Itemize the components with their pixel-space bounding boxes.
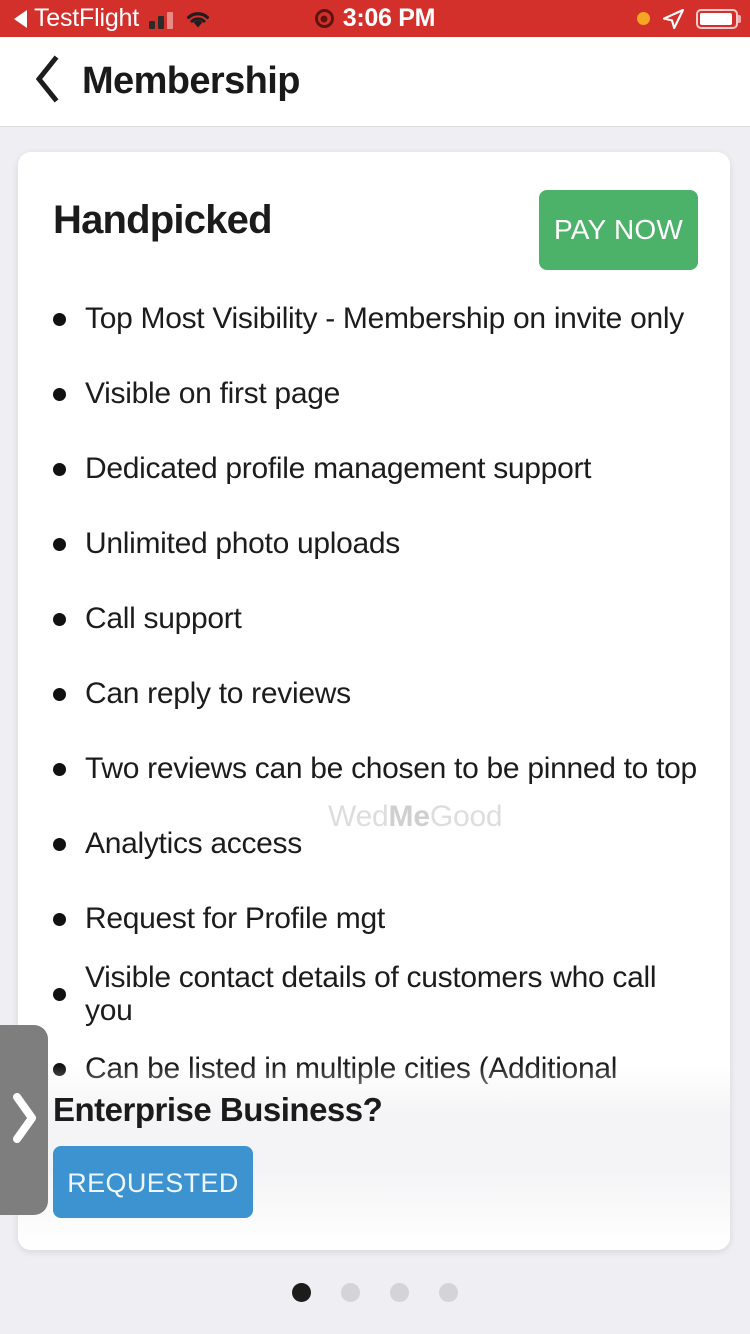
bullet-icon	[53, 538, 66, 551]
back-triangle-icon[interactable]	[14, 9, 27, 28]
feature-text: Can be listed in multiple cities (Additi…	[85, 1052, 618, 1086]
status-bar: TestFlight 3:06 PM	[0, 0, 750, 37]
bullet-icon	[53, 988, 66, 1001]
location-arrow-icon	[661, 8, 685, 30]
list-item: Unlimited photo uploads	[53, 507, 700, 582]
battery-icon	[696, 8, 738, 29]
status-bar-clock: 3:06 PM	[342, 4, 436, 32]
bullet-icon	[53, 913, 66, 926]
bullet-icon	[53, 1063, 66, 1076]
page-dot-1[interactable]	[292, 1283, 311, 1302]
side-drawer-handle[interactable]	[0, 1025, 48, 1215]
feature-text: Visible contact details of customers who…	[85, 961, 657, 1027]
plan-name: Handpicked	[53, 198, 273, 242]
list-item: Request for Profile mgt	[53, 882, 700, 957]
enterprise-title: Enterprise Business?	[53, 1091, 383, 1128]
bullet-icon	[53, 763, 66, 776]
page-indicator	[0, 1283, 750, 1302]
status-bar-app-name: TestFlight	[34, 4, 139, 32]
content-area: Handpicked PAY NOW WedMeGood Top Most Vi…	[0, 128, 750, 1334]
feature-list: Top Most Visibility - Membership on invi…	[18, 282, 730, 1107]
list-item: Dedicated profile management support	[53, 432, 700, 507]
feature-text: Request for Profile mgt	[85, 902, 385, 936]
bullet-icon	[53, 838, 66, 851]
navigation-bar: Membership	[0, 37, 750, 127]
feature-text: Dedicated profile management support	[85, 452, 592, 486]
bullet-icon	[53, 313, 66, 326]
list-item: Can reply to reviews	[53, 657, 700, 732]
microphone-in-use-indicator-icon	[637, 12, 650, 25]
chevron-right-icon	[7, 1089, 41, 1152]
page-dot-3[interactable]	[390, 1283, 409, 1302]
feature-text: Call support	[85, 602, 242, 636]
pay-now-button[interactable]: PAY NOW	[539, 190, 698, 270]
feature-text: Two reviews can be chosen to be pinned t…	[85, 752, 697, 786]
page-dot-2[interactable]	[341, 1283, 360, 1302]
chevron-left-icon	[32, 55, 62, 108]
bullet-icon	[53, 688, 66, 701]
feature-text: Analytics access	[85, 827, 302, 861]
bullet-icon	[53, 463, 66, 476]
screen-recording-icon	[314, 9, 334, 28]
status-bar-left: TestFlight	[0, 6, 211, 31]
list-item: Top Most Visibility - Membership on invi…	[53, 282, 700, 357]
list-item: Analytics access	[53, 807, 700, 882]
list-item: Two reviews can be chosen to be pinned t…	[53, 732, 700, 807]
status-bar-right	[637, 0, 738, 37]
page-dot-4[interactable]	[439, 1283, 458, 1302]
bullet-icon	[53, 388, 66, 401]
feature-text: Can reply to reviews	[85, 677, 351, 711]
page-title: Membership	[82, 60, 300, 102]
bullet-icon	[53, 613, 66, 626]
back-button[interactable]	[18, 55, 76, 108]
list-item: Visible on first page	[53, 357, 700, 432]
wifi-icon	[185, 9, 211, 29]
cellular-signal-icon	[148, 9, 173, 29]
list-item: Call support	[53, 582, 700, 657]
plan-card-header: Handpicked PAY NOW	[18, 152, 730, 282]
feature-text: Unlimited photo uploads	[85, 527, 400, 561]
enterprise-section: Enterprise Business? REQUESTED	[53, 1091, 573, 1218]
requested-button[interactable]: REQUESTED	[53, 1146, 253, 1218]
feature-text: Visible on first page	[85, 377, 340, 411]
feature-text: Top Most Visibility - Membership on invi…	[85, 302, 684, 336]
membership-plan-card: Handpicked PAY NOW WedMeGood Top Most Vi…	[18, 152, 730, 1250]
list-item: Visible contact details of customers who…	[53, 957, 700, 1032]
